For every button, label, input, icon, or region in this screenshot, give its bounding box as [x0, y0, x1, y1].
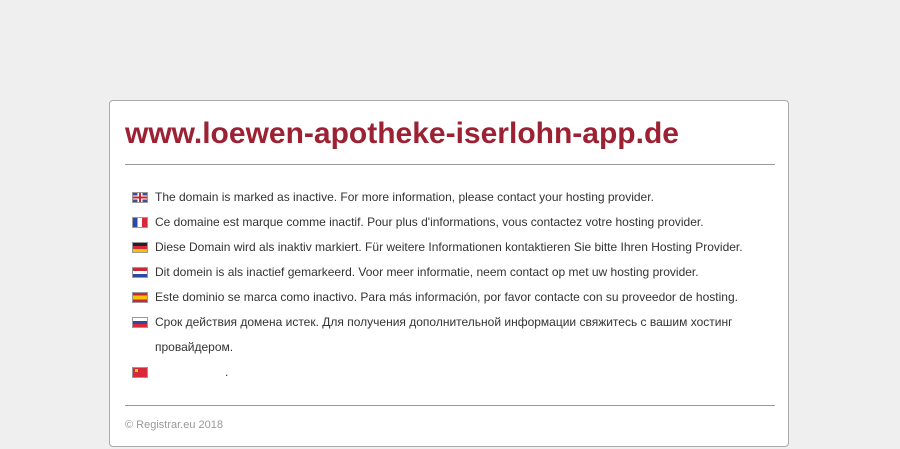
footer-divider — [125, 405, 775, 406]
notice-panel: www.loewen-apotheke-iserlohn-app.de The … — [109, 100, 789, 447]
message-french: Ce domaine est marque comme inactif. Pou… — [130, 210, 770, 235]
message-text: Diese Domain wird als inaktiv markiert. … — [155, 240, 743, 254]
flag-es-icon — [132, 292, 148, 303]
message-chinese: . — [130, 360, 770, 385]
message-spanish: Este dominio se marca como inactivo. Par… — [130, 285, 770, 310]
flag-fr-icon — [132, 217, 148, 228]
message-dutch: Dit domein is als inactief gemarkeerd. V… — [130, 260, 770, 285]
message-text: Este dominio se marca como inactivo. Par… — [155, 290, 738, 304]
message-list: The domain is marked as inactive. For mo… — [130, 185, 770, 385]
flag-de-icon — [132, 242, 148, 253]
message-text: The domain is marked as inactive. For mo… — [155, 190, 654, 204]
message-german: Diese Domain wird als inaktiv markiert. … — [130, 235, 770, 260]
message-text: Ce domaine est marque comme inactif. Pou… — [155, 215, 704, 229]
title-divider — [125, 164, 775, 165]
domain-title: www.loewen-apotheke-iserlohn-app.de — [125, 117, 679, 150]
flag-ru-icon — [132, 317, 148, 328]
flag-nl-icon — [132, 267, 148, 278]
message-russian: Срок действия домена истек. Для получени… — [130, 310, 770, 360]
message-english: The domain is marked as inactive. For mo… — [130, 185, 770, 210]
message-text: Срок действия домена истек. Для получени… — [155, 315, 733, 354]
flag-uk-icon — [132, 192, 148, 203]
message-text: Dit domein is als inactief gemarkeerd. V… — [155, 265, 699, 279]
copyright-footer: © Registrar.eu 2018 — [125, 419, 223, 431]
flag-cn-icon — [132, 367, 148, 378]
message-text: . — [225, 365, 229, 379]
